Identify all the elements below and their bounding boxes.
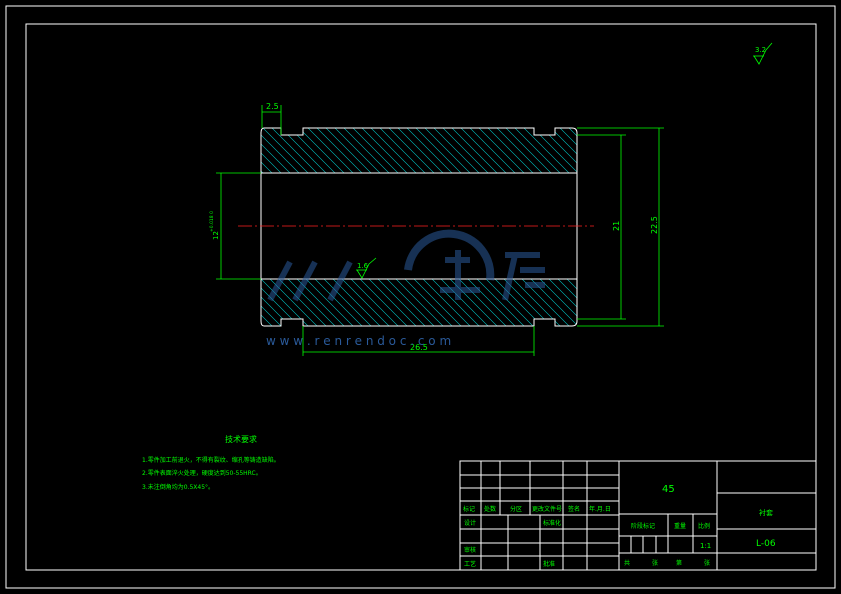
svg-text:21: 21 — [612, 221, 621, 231]
svg-text:22.5: 22.5 — [650, 216, 659, 234]
svg-text:共: 共 — [624, 559, 630, 567]
surface-finish-symbol: 3.2 — [753, 42, 773, 65]
svg-text:重量: 重量 — [674, 522, 686, 530]
part-name: 衬套 — [759, 508, 773, 517]
svg-text:标记: 标记 — [463, 505, 475, 513]
svg-text:签名: 签名 — [568, 505, 580, 513]
svg-text:张: 张 — [652, 559, 658, 567]
svg-text:+0.018 0: +0.018 0 — [209, 211, 215, 232]
part-section-upper — [260, 127, 578, 174]
svg-text:处数: 处数 — [484, 505, 496, 513]
note-3: 3.未注倒角均为0.5X45°。 — [142, 483, 214, 491]
notes-title: 技术要求 — [225, 434, 257, 444]
watermark-url: w w w . r e n r e n d o c . c o m — [266, 334, 451, 348]
note-1: 1.零件加工前退火，不得有裂纹、缩孔等铸造缺陷。 — [142, 456, 280, 464]
svg-text:更改文件号: 更改文件号 — [532, 505, 562, 513]
dim-bore-diameter: 12 +0.018 0 — [209, 172, 261, 280]
technical-requirements: 技术要求 1.零件加工前退火，不得有裂纹、缩孔等铸造缺陷。 2.零件表面淬火处理… — [142, 434, 280, 491]
dim-inner-height: 21 — [577, 134, 626, 320]
surface-finish-value: 3.2 — [755, 46, 766, 54]
svg-text:标准化: 标准化 — [543, 519, 561, 527]
cad-drawing: 3.2 2.5 12 +0.018 0 1.6 21 22.5 26.5 w w… — [5, 5, 836, 589]
svg-text:审核: 审核 — [464, 546, 476, 554]
svg-text:1.6: 1.6 — [357, 262, 369, 270]
svg-text:年.月.日: 年.月.日 — [589, 505, 611, 513]
svg-text:设计: 设计 — [464, 519, 476, 527]
material: 45 — [662, 484, 675, 495]
svg-text:工艺: 工艺 — [464, 560, 476, 568]
drawing-number: L-06 — [756, 539, 776, 549]
svg-text:2.5: 2.5 — [266, 102, 279, 111]
svg-text:批准: 批准 — [543, 560, 555, 568]
bore-surface-finish-symbol: 1.6 — [356, 257, 377, 279]
svg-text:阶段标记: 阶段标记 — [631, 522, 655, 530]
title-block: 标记 处数 分区 更改文件号 签名 年.月.日 设计 标准化 审核 工艺 批准 … — [459, 460, 817, 571]
svg-text:张: 张 — [704, 559, 710, 567]
svg-text:第: 第 — [676, 559, 682, 567]
svg-text:比例: 比例 — [698, 522, 710, 530]
scale-value: 1:1 — [700, 542, 711, 550]
note-2: 2.零件表面淬火处理，硬度达到50-55HRC。 — [142, 469, 262, 477]
svg-text:分区: 分区 — [510, 505, 522, 513]
